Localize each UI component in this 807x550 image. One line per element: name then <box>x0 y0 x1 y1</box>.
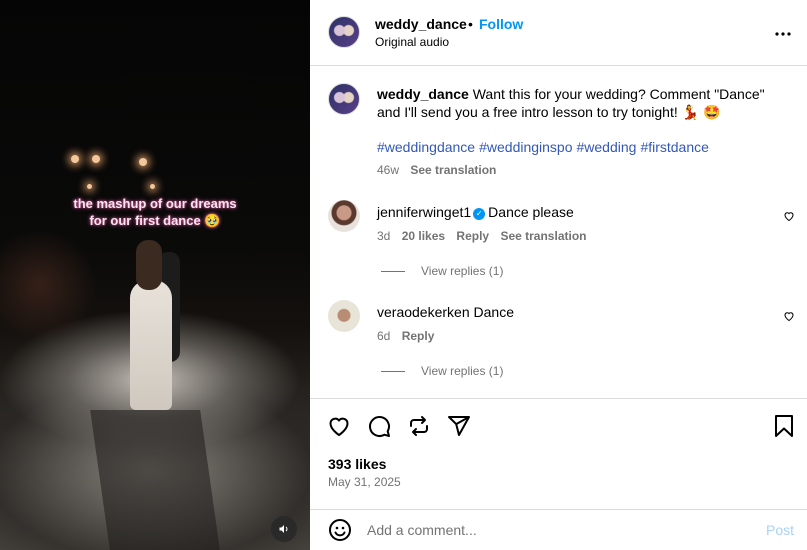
share-icon[interactable] <box>447 414 471 438</box>
repost-icon[interactable] <box>407 414 431 438</box>
video-caption: the mashup of our dreams for our first d… <box>55 195 255 229</box>
comment-meta: 6d Reply <box>377 329 434 343</box>
avatar[interactable] <box>328 200 360 232</box>
comment-age: 6d <box>377 329 391 343</box>
avatar[interactable] <box>328 16 360 48</box>
caption-age: 46w <box>377 163 400 177</box>
post-panel: weddy_dance • Follow Original audio wedd… <box>310 0 807 550</box>
comment: veraodekerken Dance <box>377 304 514 320</box>
comment-input[interactable] <box>367 520 747 540</box>
string-light <box>150 184 155 189</box>
string-light <box>71 155 79 163</box>
comment-text: Dance <box>473 304 514 320</box>
comment-username[interactable]: veraodekerken <box>377 304 470 320</box>
video-player[interactable]: the mashup of our dreams for our first d… <box>0 0 310 550</box>
hashtag-list: #weddingdance #weddinginspo #wedding #first… <box>377 139 713 155</box>
post-header: weddy_dance • Follow Original audio <box>310 0 807 66</box>
comment: jenniferwinget1 ✓ Dance please <box>377 204 574 220</box>
verified-badge-icon: ✓ <box>473 208 486 220</box>
view-replies-label: View replies (1) <box>421 264 504 278</box>
string-light <box>87 184 92 189</box>
reply-button[interactable]: Reply <box>402 329 435 343</box>
comment-meta: 3d 20 likes Reply See translation <box>377 229 586 243</box>
caption-meta: 46w See translation <box>377 163 496 177</box>
reply-divider <box>381 271 405 273</box>
audio-label[interactable]: Original audio <box>375 35 449 49</box>
video-caption-line1: the mashup of our dreams <box>73 196 237 211</box>
couple-shadow <box>90 410 220 550</box>
like-comment-icon[interactable] <box>783 210 795 222</box>
comment-likes[interactable]: 20 likes <box>402 229 445 243</box>
emoji-icon[interactable] <box>328 518 352 542</box>
follow-button[interactable]: Follow <box>479 16 523 32</box>
save-bookmark-icon[interactable] <box>773 414 795 438</box>
like-comment-icon[interactable] <box>783 310 795 322</box>
section-divider <box>310 398 807 399</box>
reply-button[interactable]: Reply <box>456 229 489 243</box>
comment-text: Dance please <box>488 204 574 220</box>
dancing-couple <box>130 240 180 410</box>
background-foliage <box>0 230 100 340</box>
see-translation-link[interactable]: See translation <box>410 163 496 177</box>
speaker-icon[interactable] <box>271 516 297 542</box>
comment-bubble-icon[interactable] <box>367 414 391 438</box>
post-button[interactable]: Post <box>766 522 794 538</box>
hashtag-link[interactable]: #weddingdance <box>377 139 475 155</box>
hashtag-link[interactable]: #firstdance <box>640 139 708 155</box>
view-replies-label: View replies (1) <box>421 364 504 378</box>
likes-count[interactable]: 393 likes <box>328 456 386 472</box>
more-options-icon[interactable] <box>775 20 791 41</box>
comment-age: 3d <box>377 229 391 243</box>
like-heart-icon[interactable] <box>327 414 351 438</box>
view-replies-button[interactable]: View replies (1) <box>381 264 503 278</box>
see-translation-link[interactable]: See translation <box>500 229 586 243</box>
post-caption: weddy_dance Want this for your wedding? … <box>377 85 777 121</box>
string-light <box>92 155 100 163</box>
separator-dot: • <box>468 16 473 32</box>
hashtag-link[interactable]: #weddinginspo <box>479 139 572 155</box>
view-replies-button[interactable]: View replies (1) <box>381 364 503 378</box>
video-caption-line2: for our first dance 🥹 <box>89 213 221 228</box>
caption-username[interactable]: weddy_dance <box>377 86 469 102</box>
string-light <box>139 158 147 166</box>
reply-divider <box>381 371 405 373</box>
author-username[interactable]: weddy_dance <box>375 16 467 32</box>
comment-composer: Post <box>310 510 807 550</box>
avatar[interactable] <box>328 83 360 115</box>
comment-username[interactable]: jenniferwinget1 <box>377 204 471 220</box>
hashtag-link[interactable]: #wedding <box>577 139 637 155</box>
post-date: May 31, 2025 <box>328 475 401 489</box>
avatar[interactable] <box>328 300 360 332</box>
